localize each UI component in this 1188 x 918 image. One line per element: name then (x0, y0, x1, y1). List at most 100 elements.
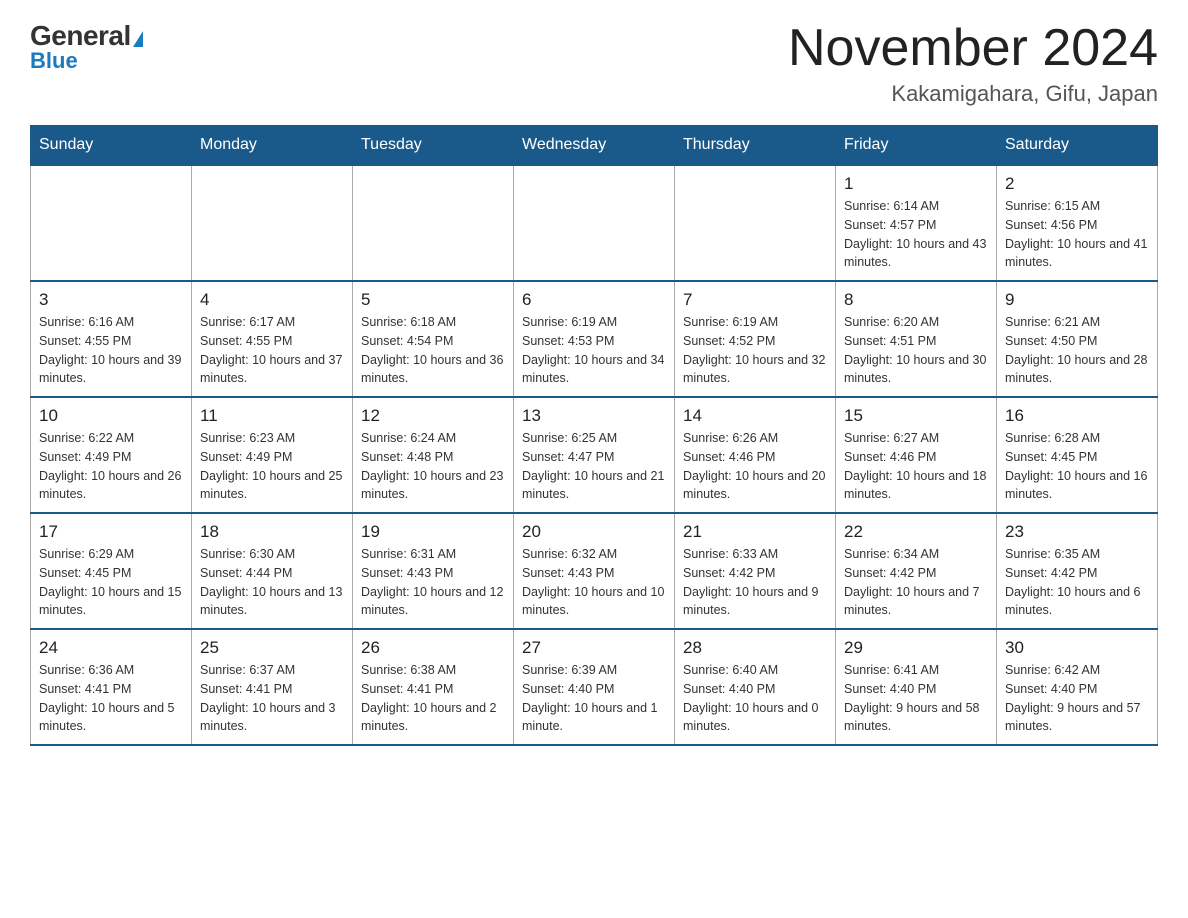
day-number: 17 (39, 522, 183, 542)
day-info: Sunrise: 6:22 AMSunset: 4:49 PMDaylight:… (39, 429, 183, 504)
calendar-cell (675, 165, 836, 281)
day-info: Sunrise: 6:40 AMSunset: 4:40 PMDaylight:… (683, 661, 827, 736)
day-info: Sunrise: 6:39 AMSunset: 4:40 PMDaylight:… (522, 661, 666, 736)
day-number: 13 (522, 406, 666, 426)
day-number: 14 (683, 406, 827, 426)
calendar-week-2: 3Sunrise: 6:16 AMSunset: 4:55 PMDaylight… (31, 281, 1158, 397)
calendar-table: SundayMondayTuesdayWednesdayThursdayFrid… (30, 125, 1158, 746)
calendar-cell: 4 Sunrise: 6:17 AMSunset: 4:55 PMDaylight… (192, 281, 353, 397)
day-number: 8 (844, 290, 988, 310)
day-info: Sunrise: 6:20 AMSunset: 4:51 PMDaylight:… (844, 313, 988, 388)
title-area: November 2024 Kakamigahara, Gifu, Japan (788, 20, 1158, 107)
calendar-cell: 1 Sunrise: 6:14 AMSunset: 4:57 PMDaylight… (836, 165, 997, 281)
calendar-cell: 24 Sunrise: 6:36 AMSunset: 4:41 PMDayligh… (31, 629, 192, 745)
day-info: Sunrise: 6:18 AMSunset: 4:54 PMDaylight:… (361, 313, 505, 388)
day-number: 26 (361, 638, 505, 658)
day-info: Sunrise: 6:37 AMSunset: 4:41 PMDaylight:… (200, 661, 344, 736)
day-info: Sunrise: 6:38 AMSunset: 4:41 PMDaylight:… (361, 661, 505, 736)
day-number: 28 (683, 638, 827, 658)
day-info: Sunrise: 6:15 AMSunset: 4:56 PMDaylight:… (1005, 197, 1149, 272)
day-info: Sunrise: 6:23 AMSunset: 4:49 PMDaylight:… (200, 429, 344, 504)
calendar-cell: 27 Sunrise: 6:39 AMSunset: 4:40 PMDayligh… (514, 629, 675, 745)
day-number: 1 (844, 174, 988, 194)
calendar-cell: 19Sunrise: 6:31 AMSunset: 4:43 PMDayligh… (353, 513, 514, 629)
day-number: 24 (39, 638, 183, 658)
calendar-cell: 3Sunrise: 6:16 AMSunset: 4:55 PMDaylight… (31, 281, 192, 397)
day-number: 27 (522, 638, 666, 658)
page-header: General Blue November 2024 Kakamigahara,… (30, 20, 1158, 107)
weekday-header-wednesday: Wednesday (514, 126, 675, 166)
logo-blue: Blue (30, 48, 78, 74)
day-number: 5 (361, 290, 505, 310)
calendar-cell: 28 Sunrise: 6:40 AMSunset: 4:40 PMDayligh… (675, 629, 836, 745)
day-info: Sunrise: 6:30 AMSunset: 4:44 PMDaylight:… (200, 545, 344, 620)
day-number: 6 (522, 290, 666, 310)
day-info: Sunrise: 6:26 AMSunset: 4:46 PMDaylight:… (683, 429, 827, 504)
weekday-header-monday: Monday (192, 126, 353, 166)
weekday-header-tuesday: Tuesday (353, 126, 514, 166)
calendar-body: 1 Sunrise: 6:14 AMSunset: 4:57 PMDaylight… (31, 165, 1158, 745)
calendar-cell: 8 Sunrise: 6:20 AMSunset: 4:51 PMDaylight… (836, 281, 997, 397)
day-number: 4 (200, 290, 344, 310)
calendar-cell: 16Sunrise: 6:28 AMSunset: 4:45 PMDayligh… (997, 397, 1158, 513)
day-info: Sunrise: 6:24 AMSunset: 4:48 PMDaylight:… (361, 429, 505, 504)
day-info: Sunrise: 6:14 AMSunset: 4:57 PMDaylight:… (844, 197, 988, 272)
calendar-cell: 29Sunrise: 6:41 AMSunset: 4:40 PMDayligh… (836, 629, 997, 745)
day-info: Sunrise: 6:19 AMSunset: 4:52 PMDaylight:… (683, 313, 827, 388)
day-number: 25 (200, 638, 344, 658)
calendar-cell: 12 Sunrise: 6:24 AMSunset: 4:48 PMDayligh… (353, 397, 514, 513)
day-number: 7 (683, 290, 827, 310)
calendar-cell: 10 Sunrise: 6:22 AMSunset: 4:49 PMDayligh… (31, 397, 192, 513)
day-info: Sunrise: 6:29 AMSunset: 4:45 PMDaylight:… (39, 545, 183, 620)
calendar-cell (31, 165, 192, 281)
day-number: 23 (1005, 522, 1149, 542)
day-info: Sunrise: 6:17 AMSunset: 4:55 PMDaylight:… (200, 313, 344, 388)
day-number: 29 (844, 638, 988, 658)
calendar-cell: 17 Sunrise: 6:29 AMSunset: 4:45 PMDayligh… (31, 513, 192, 629)
day-info: Sunrise: 6:28 AMSunset: 4:45 PMDaylight:… (1005, 429, 1149, 504)
day-number: 22 (844, 522, 988, 542)
day-number: 21 (683, 522, 827, 542)
day-number: 15 (844, 406, 988, 426)
calendar-cell: 14 Sunrise: 6:26 AMSunset: 4:46 PMDayligh… (675, 397, 836, 513)
day-info: Sunrise: 6:33 AMSunset: 4:42 PMDaylight:… (683, 545, 827, 620)
calendar-cell: 23Sunrise: 6:35 AMSunset: 4:42 PMDayligh… (997, 513, 1158, 629)
weekday-header-saturday: Saturday (997, 126, 1158, 166)
logo-triangle-icon (133, 31, 143, 47)
weekday-header-sunday: Sunday (31, 126, 192, 166)
calendar-cell: 26 Sunrise: 6:38 AMSunset: 4:41 PMDayligh… (353, 629, 514, 745)
calendar-cell: 15 Sunrise: 6:27 AMSunset: 4:46 PMDayligh… (836, 397, 997, 513)
day-info: Sunrise: 6:21 AMSunset: 4:50 PMDaylight:… (1005, 313, 1149, 388)
day-number: 9 (1005, 290, 1149, 310)
day-info: Sunrise: 6:25 AMSunset: 4:47 PMDaylight:… (522, 429, 666, 504)
day-number: 10 (39, 406, 183, 426)
day-number: 12 (361, 406, 505, 426)
location: Kakamigahara, Gifu, Japan (788, 81, 1158, 107)
day-number: 2 (1005, 174, 1149, 194)
day-info: Sunrise: 6:16 AMSunset: 4:55 PMDaylight:… (39, 313, 183, 388)
calendar-week-1: 1 Sunrise: 6:14 AMSunset: 4:57 PMDaylight… (31, 165, 1158, 281)
calendar-cell: 5 Sunrise: 6:18 AMSunset: 4:54 PMDaylight… (353, 281, 514, 397)
day-info: Sunrise: 6:27 AMSunset: 4:46 PMDaylight:… (844, 429, 988, 504)
calendar-cell: 25 Sunrise: 6:37 AMSunset: 4:41 PMDayligh… (192, 629, 353, 745)
calendar-cell: 6 Sunrise: 6:19 AMSunset: 4:53 PMDaylight… (514, 281, 675, 397)
day-number: 11 (200, 406, 344, 426)
calendar-cell: 2 Sunrise: 6:15 AMSunset: 4:56 PMDaylight… (997, 165, 1158, 281)
calendar-week-4: 17 Sunrise: 6:29 AMSunset: 4:45 PMDayligh… (31, 513, 1158, 629)
calendar-cell: 21 Sunrise: 6:33 AMSunset: 4:42 PMDayligh… (675, 513, 836, 629)
day-info: Sunrise: 6:32 AMSunset: 4:43 PMDaylight:… (522, 545, 666, 620)
calendar-cell (514, 165, 675, 281)
calendar-week-5: 24 Sunrise: 6:36 AMSunset: 4:41 PMDayligh… (31, 629, 1158, 745)
month-title: November 2024 (788, 20, 1158, 77)
calendar-cell: 20Sunrise: 6:32 AMSunset: 4:43 PMDayligh… (514, 513, 675, 629)
logo: General Blue (30, 20, 143, 74)
day-number: 18 (200, 522, 344, 542)
day-info: Sunrise: 6:19 AMSunset: 4:53 PMDaylight:… (522, 313, 666, 388)
day-info: Sunrise: 6:36 AMSunset: 4:41 PMDaylight:… (39, 661, 183, 736)
weekday-header-friday: Friday (836, 126, 997, 166)
calendar-cell: 18 Sunrise: 6:30 AMSunset: 4:44 PMDayligh… (192, 513, 353, 629)
logo-general: General (30, 20, 131, 51)
weekday-header-row: SundayMondayTuesdayWednesdayThursdayFrid… (31, 126, 1158, 166)
calendar-week-3: 10 Sunrise: 6:22 AMSunset: 4:49 PMDayligh… (31, 397, 1158, 513)
calendar-cell: 9 Sunrise: 6:21 AMSunset: 4:50 PMDaylight… (997, 281, 1158, 397)
